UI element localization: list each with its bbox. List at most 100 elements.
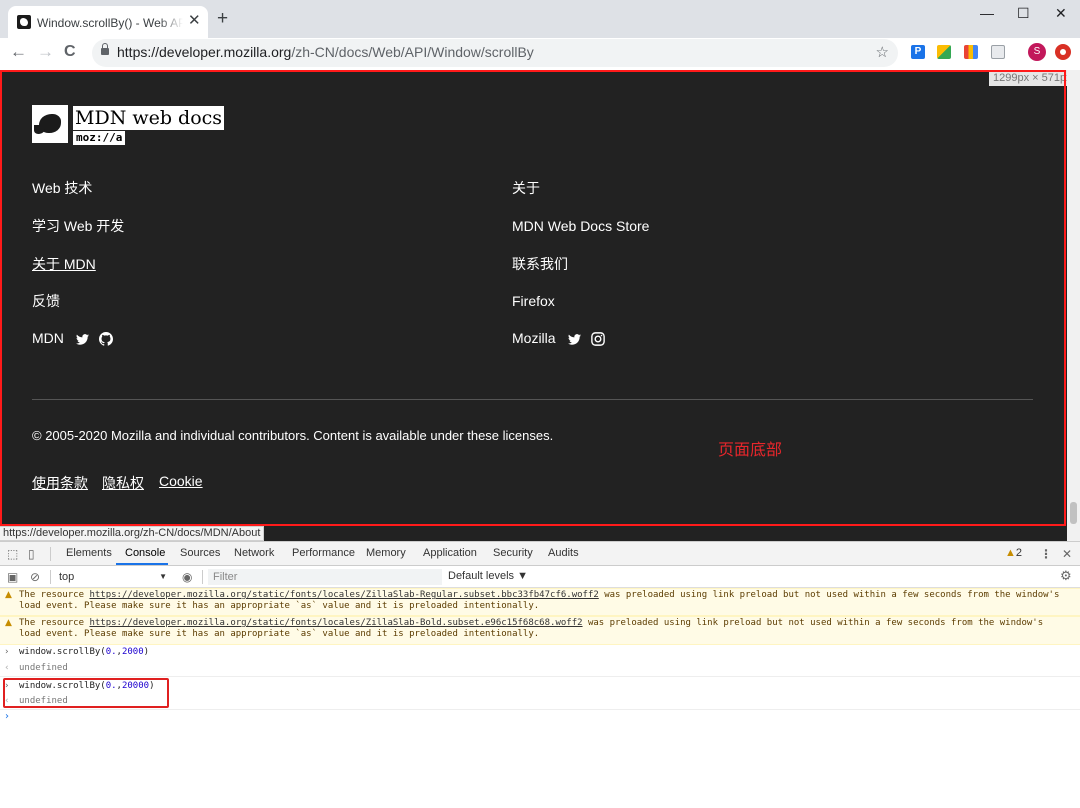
tab-network[interactable]: Network (234, 547, 274, 559)
reload-button[interactable]: C (64, 41, 76, 63)
instagram-icon[interactable] (591, 332, 605, 346)
devtools-tab-bar: ⬚ ▯ Elements Console Sources Network Per… (0, 542, 1080, 566)
result-text: undefined (19, 663, 68, 673)
inspect-element-icon[interactable]: ⬚ (7, 547, 18, 561)
logo-text[interactable]: MDN web docs (73, 106, 225, 130)
warning-prefix: The resource (19, 590, 90, 600)
address-bar[interactable]: https://developer.mozilla.org/zh-CN/docs… (92, 39, 898, 67)
tab-memory[interactable]: Memory (366, 547, 406, 559)
warning-text: The resource https://developer.mozilla.o… (19, 618, 1069, 640)
console-sidebar-icon[interactable]: ▣ (7, 570, 18, 584)
scrollbar-thumb[interactable] (1070, 502, 1077, 524)
tab-elements[interactable]: Elements (66, 547, 112, 559)
warning-resource-link[interactable]: https://developer.mozilla.org/static/fon… (89, 590, 598, 600)
extension-bars-icon[interactable] (964, 45, 978, 59)
profile-avatar[interactable]: S (1028, 43, 1046, 61)
result-chevron-icon: ‹ (5, 663, 9, 673)
dropdown-arrow-icon: ▼ (159, 572, 167, 581)
console-warning: ▲ The resource https://developer.mozilla… (0, 616, 1080, 645)
minimize-button[interactable]: — (980, 5, 994, 21)
tab-console[interactable]: Console (125, 547, 165, 559)
mozilla-logo-text[interactable]: moz://a (73, 131, 126, 145)
lock-icon[interactable] (101, 43, 109, 55)
footer-label-mdn: MDN (32, 330, 64, 346)
tab-strip: Window.scrollBy() - Web API 接口 ✕ + — ☐ ✕ (0, 0, 1080, 38)
maximize-button[interactable]: ☐ (1017, 5, 1030, 21)
command-text[interactable]: window.scrollBy(0.,2000) (19, 647, 149, 658)
cookie-link[interactable]: Cookie (159, 473, 203, 489)
url-path: /zh-CN/docs/Web/API/Window/scrollBy (291, 44, 534, 60)
divider (50, 547, 51, 561)
page-scrollbar[interactable] (1067, 70, 1080, 541)
github-icon[interactable] (99, 332, 113, 346)
more-options-icon[interactable]: ⋮ (1040, 547, 1052, 561)
console-input-prompt-icon[interactable]: › (5, 711, 9, 722)
cmd-arg: 0. (105, 647, 117, 657)
tab-security[interactable]: Security (493, 547, 533, 559)
cmd-close: ) (143, 647, 150, 657)
browser-toolbar: ← → C https://developer.mozilla.org/zh-C… (0, 38, 1080, 70)
extension-p-icon[interactable]: P (911, 45, 925, 59)
footer-link-store[interactable]: MDN Web Docs Store (512, 217, 649, 235)
bookmark-star-icon[interactable]: ☆ (876, 43, 889, 61)
footer-label-mozilla: Mozilla (512, 330, 556, 346)
mdn-favicon-icon (17, 15, 31, 29)
context-value: top (59, 571, 75, 583)
tab-sources[interactable]: Sources (180, 547, 220, 559)
tab-application[interactable]: Application (423, 547, 477, 559)
row-separator (0, 676, 1080, 677)
warning-icon: ▲ (5, 618, 12, 628)
tab-audits[interactable]: Audits (548, 547, 579, 559)
copyright-text: © 2005-2020 Mozilla and individual contr… (32, 428, 554, 443)
console-toolbar: ▣ ⊘ top ▼ ◉ Default levels ▼ ⚙ (0, 566, 1080, 588)
page-viewport: 1299px × 571px MDN web docs moz://a Web … (0, 70, 1080, 541)
warning-icon: ▲ (1005, 547, 1016, 559)
active-tab-indicator (116, 563, 168, 565)
filter-input[interactable] (208, 569, 442, 585)
console-command: › window.scrollBy(0.,2000) (0, 646, 1080, 660)
extension-window-icon[interactable] (991, 45, 1005, 59)
divider (202, 570, 203, 584)
console-result: ‹ undefined (0, 662, 1080, 676)
terms-link[interactable]: 使用条款 (32, 473, 88, 493)
privacy-link[interactable]: 隐私权 (102, 473, 144, 493)
browser-tab[interactable]: Window.scrollBy() - Web API 接口 ✕ (8, 6, 208, 38)
eye-icon[interactable]: ◉ (182, 570, 192, 584)
url-text: https://developer.mozilla.org/zh-CN/docs… (117, 44, 534, 60)
clear-console-icon[interactable]: ⊘ (30, 570, 40, 584)
device-toolbar-icon[interactable]: ▯ (28, 547, 35, 561)
page-bottom-annotation: 页面底部 (718, 442, 783, 459)
warning-count: 2 (1015, 547, 1023, 559)
warning-text: The resource https://developer.mozilla.o… (19, 590, 1069, 612)
footer-link-firefox[interactable]: Firefox (512, 292, 555, 310)
footer-link-contact[interactable]: 联系我们 (512, 255, 568, 273)
tab-performance[interactable]: Performance (292, 547, 355, 559)
footer-link-web-tech[interactable]: Web 技术 (32, 179, 92, 197)
new-tab-button[interactable]: + (217, 9, 228, 29)
warning-resource-link[interactable]: https://developer.mozilla.org/static/fon… (89, 618, 582, 628)
footer-link-about-mdn[interactable]: 关于 MDN (32, 255, 96, 273)
url-host: https://developer.mozilla.org (117, 44, 292, 60)
footer-divider (32, 399, 1033, 400)
extension-puzzle-icon[interactable] (937, 45, 951, 59)
warning-count-badge[interactable]: ▲2 (1005, 547, 1022, 559)
footer-link-learn[interactable]: 学习 Web 开发 (32, 217, 124, 235)
back-button[interactable]: ← (10, 41, 27, 63)
twitter-icon[interactable] (76, 334, 89, 345)
forward-button[interactable]: → (37, 41, 54, 63)
extension-red-icon[interactable] (1055, 44, 1071, 60)
warning-icon: ▲ (5, 590, 12, 600)
settings-gear-icon[interactable]: ⚙ (1060, 569, 1072, 583)
footer-link-about[interactable]: 关于 (512, 179, 540, 197)
command-chevron-icon: › (5, 647, 9, 657)
close-window-button[interactable]: ✕ (1055, 5, 1067, 21)
log-levels-dropdown[interactable]: Default levels ▼ (448, 570, 528, 582)
mdn-dino-logo-icon[interactable] (32, 105, 68, 143)
tab-close-icon[interactable]: ✕ (188, 13, 201, 29)
context-selector[interactable]: top ▼ (55, 569, 171, 585)
footer-link-feedback[interactable]: 反馈 (32, 292, 60, 310)
twitter-icon[interactable] (568, 334, 581, 345)
warning-prefix: The resource (19, 618, 90, 628)
cmd-arg: 2000 (121, 647, 144, 657)
close-devtools-icon[interactable]: ✕ (1062, 547, 1072, 561)
